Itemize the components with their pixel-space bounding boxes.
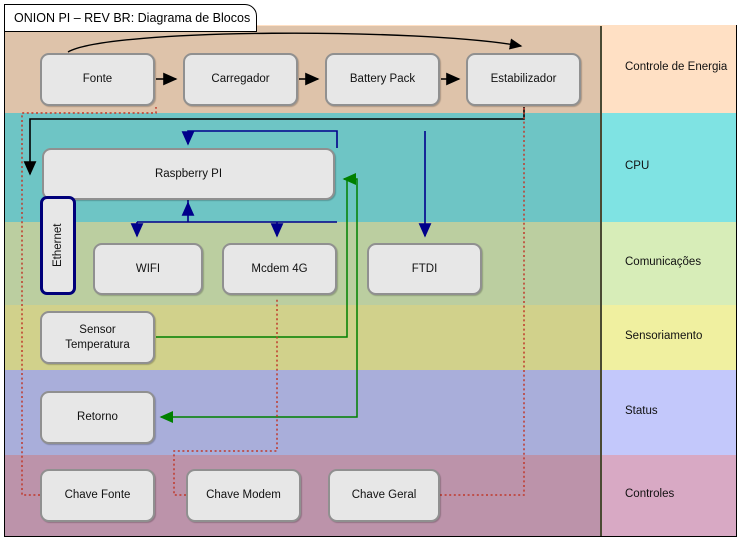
band-label-5: Controles bbox=[625, 487, 675, 500]
block-label-fonte: Fonte bbox=[82, 73, 113, 86]
block-chavemodem[interactable]: Chave Modem bbox=[186, 469, 301, 522]
block-label-raspberry: Raspberry PI bbox=[154, 167, 223, 180]
diagram-title: ONION PI – REV BR: Diagrama de Blocos bbox=[14, 11, 251, 25]
block-battery[interactable]: Battery Pack bbox=[325, 53, 440, 106]
block-label-chavefonte: Chave Fonte bbox=[64, 489, 131, 502]
block-label-ftdi: FTDI bbox=[411, 262, 438, 275]
block-ethernet[interactable]: Ethernet bbox=[40, 196, 76, 295]
block-label-retorno: Retorno bbox=[77, 411, 118, 424]
block-label-ethernet: Ethernet bbox=[51, 223, 64, 268]
diagram-title-tab: ONION PI – REV BR: Diagrama de Blocos bbox=[4, 4, 257, 32]
diagram-canvas: Controle de Energia CPU Comunicações Sensor… bbox=[0, 0, 741, 541]
block-ftdi[interactable]: FTDI bbox=[367, 243, 482, 295]
block-wifi[interactable]: WIFI bbox=[93, 243, 203, 295]
block-chavegeral[interactable]: Chave Geral bbox=[328, 469, 440, 522]
band-label-4: Status bbox=[625, 404, 658, 417]
block-sensor[interactable]: Sensor Temperatura bbox=[40, 311, 155, 364]
block-label-carregador: Carregador bbox=[211, 73, 270, 86]
block-label-battery: Battery Pack bbox=[349, 73, 416, 86]
block-label-sensor: Sensor Temperatura bbox=[65, 324, 130, 351]
band-label-3: Sensoriamento bbox=[625, 329, 703, 342]
block-label-chavemodem: Chave Modem bbox=[206, 489, 281, 502]
band-label-2: Comunicações bbox=[625, 255, 702, 268]
band-label-1: CPU bbox=[625, 159, 650, 172]
block-chavefonte[interactable]: Chave Fonte bbox=[40, 469, 155, 522]
band-label-0: Controle de Energia bbox=[625, 61, 728, 73]
block-label-estabilizador: Estabilizador bbox=[490, 73, 557, 86]
block-label-chavegeral: Chave Geral bbox=[351, 489, 417, 502]
block-fonte[interactable]: Fonte bbox=[40, 53, 155, 106]
block-retorno[interactable]: Retorno bbox=[40, 391, 155, 444]
block-modem[interactable]: Mcdem 4G bbox=[222, 243, 337, 295]
block-label-modem: Mcdem 4G bbox=[251, 262, 308, 275]
block-carregador[interactable]: Carregador bbox=[183, 53, 298, 106]
block-label-wifi: WIFI bbox=[135, 262, 161, 275]
block-estabilizador[interactable]: Estabilizador bbox=[466, 53, 581, 106]
block-raspberry[interactable]: Raspberry PI bbox=[42, 148, 335, 200]
